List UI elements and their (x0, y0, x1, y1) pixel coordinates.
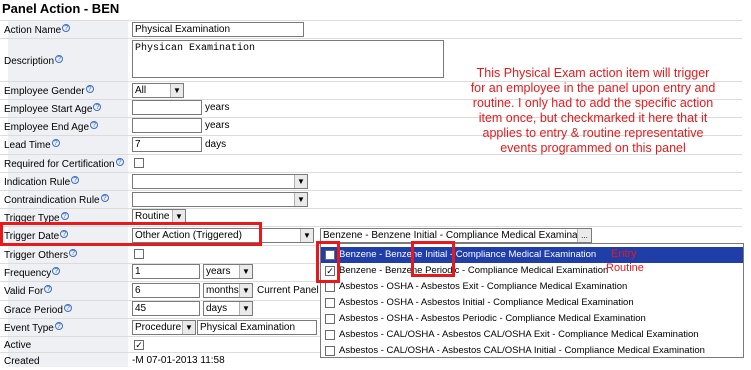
help-icon[interactable]: ? (69, 249, 78, 257)
help-icon[interactable]: ? (90, 121, 99, 129)
annotation-entry: Entry (611, 248, 637, 260)
description-textarea[interactable]: Physican Examination (132, 40, 444, 78)
help-icon[interactable]: ? (100, 194, 109, 202)
event-name-select[interactable]: Physical Examination (197, 320, 317, 335)
trigger-others-label: Trigger Others (4, 250, 69, 261)
end-age-unit: years (205, 120, 230, 131)
chevron-down-icon: ▼ (239, 265, 252, 278)
help-icon[interactable]: ? (71, 176, 80, 184)
annotation-routine: Routine (606, 262, 644, 274)
help-icon[interactable]: ? (51, 139, 60, 147)
indication-rule-label: Indication Rule (4, 177, 71, 188)
dropdown-item[interactable]: Asbestos - CAL/OSHA - Asbestos CAL/OSHA … (321, 343, 743, 359)
chevron-down-icon: ▼ (294, 193, 307, 206)
grace-period-unit-select[interactable]: days ▼ (203, 301, 253, 316)
dropdown-item-checkbox[interactable] (325, 282, 335, 292)
help-icon[interactable]: ? (115, 158, 124, 166)
event-type-select[interactable]: Procedure ▼ (132, 320, 196, 335)
contraindication-rule-label: Contraindication Rule (4, 195, 100, 206)
indication-rule-select[interactable]: ▼ (132, 174, 308, 189)
dropdown-item-checkbox[interactable] (325, 298, 335, 308)
required-cert-label: Required for Certification (4, 159, 115, 170)
end-age-input[interactable] (132, 118, 202, 133)
employee-gender-label: Employee Gender (4, 86, 85, 97)
dropdown-item[interactable]: Asbestos - OSHA - Asbestos Initial - Com… (321, 295, 743, 311)
lead-time-label: Lead Time (4, 140, 51, 151)
annotation-note: This Physical Exam action item will trig… (470, 66, 716, 155)
lead-time-unit: days (205, 139, 227, 150)
help-icon[interactable]: ? (52, 267, 61, 275)
dropdown-item[interactable]: ✓ Benzene - Benzene Initial - Compliance … (321, 247, 743, 263)
valid-for-input[interactable] (132, 283, 200, 298)
action-name-label: Action Name (4, 25, 62, 36)
help-icon[interactable]: ? (60, 212, 69, 220)
dropdown-item-checkbox[interactable] (325, 314, 335, 324)
lead-time-input[interactable] (132, 137, 202, 152)
highlight-initial-periodic (411, 241, 455, 277)
created-label: Created (4, 356, 40, 367)
help-icon[interactable]: ? (54, 322, 63, 330)
trigger-action-select[interactable]: Benzene - Benzene Initial - Compliance M… (320, 228, 592, 243)
help-icon[interactable]: ? (93, 103, 102, 111)
grace-period-input[interactable] (132, 301, 200, 316)
dropdown-item[interactable]: Asbestos - OSHA - Asbestos Exit - Compli… (321, 279, 743, 295)
active-label: Active (4, 340, 32, 351)
employee-gender-select[interactable]: All ▼ (132, 83, 184, 98)
required-cert-checkbox[interactable] (134, 158, 144, 168)
dropdown-item-checkbox[interactable] (325, 330, 335, 340)
active-checkbox[interactable]: ✓ (134, 340, 144, 350)
row-contraindication-rule: Contraindication Rule? (0, 190, 742, 208)
dropdown-item[interactable]: ✓ Benzene - Benzene Periodic - Compliance… (321, 263, 743, 279)
trigger-action-button[interactable]: ... (577, 229, 591, 242)
frequency-input[interactable] (132, 264, 200, 279)
row-required-cert: Required for Certification? (0, 154, 742, 172)
chevron-down-icon: ▼ (239, 302, 252, 315)
description-label: Description (4, 56, 55, 67)
trigger-others-checkbox[interactable] (134, 249, 144, 259)
chevron-down-icon: ▼ (300, 229, 313, 242)
dropdown-item[interactable]: Asbestos - OSHA - Asbestos Periodic - Co… (321, 311, 743, 327)
frequency-label: Frequency (4, 268, 52, 279)
contraindication-rule-select[interactable]: ▼ (132, 192, 308, 207)
trigger-action-dropdown[interactable]: ✓ Benzene - Benzene Initial - Compliance … (320, 243, 744, 358)
dropdown-item[interactable]: Asbestos - CAL/OSHA - Asbestos CAL/OSHA … (321, 327, 743, 343)
chevron-down-icon: ▼ (182, 321, 195, 334)
grace-period-label: Grace Period (4, 305, 63, 316)
help-icon[interactable]: ? (55, 55, 64, 63)
highlight-checkboxes (316, 241, 340, 283)
row-indication-rule: Indication Rule? (0, 172, 742, 190)
help-icon[interactable]: ? (62, 24, 71, 32)
start-age-label: Employee Start Age (4, 104, 93, 115)
start-age-unit: years (205, 102, 230, 113)
help-icon[interactable]: ? (44, 285, 53, 293)
end-age-label: Employee End Age (4, 122, 90, 133)
help-icon[interactable]: ? (63, 304, 72, 312)
event-type-label: Event Type (4, 323, 54, 334)
page-title: Panel Action - BEN (2, 1, 120, 16)
dropdown-item-checkbox[interactable] (325, 346, 335, 356)
start-age-input[interactable] (132, 100, 202, 115)
chevron-down-icon: ▼ (294, 175, 307, 188)
help-icon[interactable]: ? (85, 85, 94, 93)
frequency-unit-select[interactable]: years ▼ (203, 264, 253, 279)
valid-for-unit-select[interactable]: months ▼ (203, 283, 253, 298)
highlight-trigger-date (0, 222, 262, 246)
valid-for-suffix: Current Panel (257, 285, 319, 296)
created-value: -M 07-01-2013 11:58 (132, 355, 225, 366)
row-action-name: Action Name? (0, 20, 742, 38)
chevron-down-icon: ▼ (170, 84, 183, 97)
chevron-down-icon: ▼ (239, 284, 252, 297)
action-name-input[interactable] (132, 22, 304, 37)
valid-for-label: Valid For (4, 286, 44, 297)
